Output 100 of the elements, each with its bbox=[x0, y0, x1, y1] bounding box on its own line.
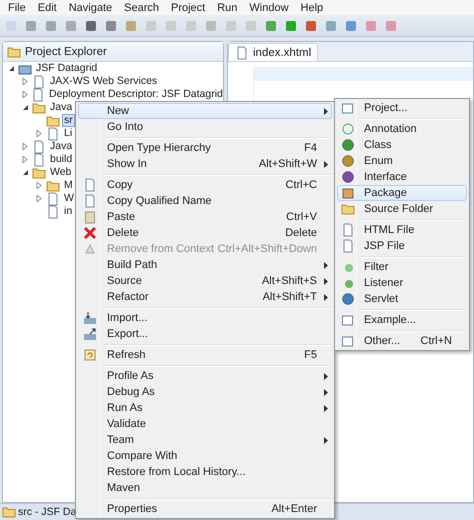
menu-item[interactable]: Refactor Alt+Shift+T bbox=[78, 289, 332, 305]
submenu-arrow-icon bbox=[324, 278, 328, 284]
menu-item[interactable]: Build Path bbox=[78, 257, 332, 273]
toolbar-icon[interactable] bbox=[364, 18, 378, 32]
menu-item[interactable]: Properties Alt+Enter bbox=[78, 501, 332, 517]
file-icon bbox=[32, 74, 46, 88]
submenu-arrow-icon bbox=[324, 388, 328, 396]
servlet-icon bbox=[341, 292, 355, 306]
menu-bar-item[interactable]: Navigate bbox=[62, 0, 118, 14]
menu-item[interactable]: Validate bbox=[78, 416, 332, 432]
toolbar-icon[interactable] bbox=[24, 18, 38, 32]
collapsed-arrow-icon[interactable] bbox=[22, 91, 29, 98]
refresh-icon bbox=[83, 348, 97, 362]
toolbar-icon[interactable] bbox=[304, 18, 318, 32]
toolbar-icon[interactable] bbox=[324, 18, 338, 32]
menu-item[interactable]: Listener bbox=[337, 275, 467, 291]
toolbar-icon[interactable] bbox=[264, 18, 278, 32]
expanded-arrow-icon[interactable] bbox=[22, 169, 29, 176]
jsp-file-icon bbox=[341, 239, 355, 253]
menu-item[interactable]: Example... bbox=[337, 312, 467, 328]
expanded-arrow-icon[interactable] bbox=[22, 104, 29, 111]
menu-item[interactable]: Run As bbox=[78, 400, 332, 416]
folder-icon bbox=[46, 178, 60, 192]
collapsed-arrow-icon[interactable] bbox=[36, 195, 43, 202]
clipboard-icon bbox=[83, 210, 97, 224]
menu-item[interactable]: Annotation bbox=[337, 121, 467, 137]
menu-bar-item[interactable]: Help bbox=[294, 0, 330, 14]
class-icon bbox=[341, 138, 355, 152]
tree-item[interactable]: JSF Datagrid bbox=[34, 62, 100, 75]
toolbar-icon[interactable] bbox=[384, 18, 398, 32]
interface-icon bbox=[341, 170, 355, 184]
menu-item[interactable]: Enum bbox=[337, 153, 467, 169]
menu-item[interactable]: Go Into bbox=[78, 119, 332, 135]
menu-item[interactable]: Import... bbox=[78, 310, 332, 326]
tree-item[interactable]: sr bbox=[62, 114, 75, 127]
submenu-arrow-icon bbox=[324, 404, 328, 412]
submenu-arrow-icon bbox=[324, 108, 328, 114]
collapsed-arrow-icon[interactable] bbox=[22, 143, 29, 150]
collapsed-arrow-icon[interactable] bbox=[22, 78, 29, 85]
toolbar-icon[interactable] bbox=[104, 18, 118, 32]
menu-item[interactable]: Source Alt+Shift+S bbox=[78, 273, 332, 289]
menu-bar-item[interactable]: Project bbox=[164, 0, 212, 14]
tree-item[interactable]: W bbox=[62, 192, 76, 205]
submenu-arrow-icon bbox=[324, 436, 328, 444]
collapsed-arrow-icon[interactable] bbox=[36, 182, 43, 189]
editor-tab[interactable]: index.xhtml bbox=[228, 43, 318, 61]
tree-item[interactable]: Deployment Descriptor: JSF Datagrid bbox=[47, 88, 225, 101]
menu-item[interactable]: Source Folder bbox=[337, 201, 467, 217]
toolbar-icon[interactable] bbox=[44, 18, 58, 32]
tree-item[interactable]: build bbox=[48, 153, 74, 166]
menu-item[interactable]: Refresh F5 bbox=[78, 347, 332, 363]
menu-item[interactable]: Show In Alt+Shift+W bbox=[78, 156, 332, 172]
file-icon bbox=[46, 192, 60, 206]
menu-item[interactable]: Project... bbox=[337, 100, 467, 116]
tree-item[interactable]: Web bbox=[48, 166, 74, 179]
menu-item[interactable]: Copy Qualified Name bbox=[78, 193, 332, 209]
menu-item[interactable]: Servlet bbox=[337, 291, 467, 307]
menu-item[interactable]: JSP File bbox=[337, 238, 467, 254]
tree-item[interactable]: Li bbox=[62, 127, 74, 140]
toolbar-icon[interactable] bbox=[64, 18, 78, 32]
menu-bar-item[interactable]: Edit bbox=[32, 0, 63, 14]
menu-item[interactable]: Open Type Hierarchy F4 bbox=[78, 140, 332, 156]
folder-icon bbox=[32, 166, 46, 180]
menu-item[interactable]: Package bbox=[337, 185, 467, 201]
menu-item[interactable]: Profile As bbox=[78, 368, 332, 384]
toolbar-icon[interactable] bbox=[124, 18, 138, 32]
menu-item[interactable]: Restore from Local History... bbox=[78, 464, 332, 480]
tree-item[interactable]: JAX-WS Web Services bbox=[48, 75, 160, 88]
toolbar-icon[interactable] bbox=[84, 18, 98, 32]
menu-item[interactable]: Filter bbox=[337, 259, 467, 275]
menu-item[interactable]: Other... Ctrl+N bbox=[337, 333, 467, 349]
tree-item[interactable]: M bbox=[62, 179, 75, 192]
expanded-arrow-icon[interactable] bbox=[8, 65, 15, 72]
toolbar-icon[interactable] bbox=[284, 18, 298, 32]
import-icon bbox=[83, 311, 97, 325]
submenu-arrow-icon bbox=[324, 262, 328, 268]
menu-item[interactable]: Class bbox=[337, 137, 467, 153]
toolbar-icon[interactable] bbox=[344, 18, 358, 32]
menu-item[interactable]: Delete Delete bbox=[78, 225, 332, 241]
menu-bar-item[interactable]: File bbox=[2, 0, 32, 14]
menu-bar-item[interactable]: Search bbox=[118, 0, 165, 14]
menu-item[interactable]: Copy Ctrl+C bbox=[78, 177, 332, 193]
menu-bar-item[interactable]: Window bbox=[243, 0, 295, 14]
menu-item[interactable]: Compare With bbox=[78, 448, 332, 464]
collapsed-arrow-icon[interactable] bbox=[22, 156, 29, 163]
menu-item[interactable]: HTML File bbox=[337, 222, 467, 238]
tree-item[interactable]: in bbox=[62, 205, 74, 218]
tree-item[interactable]: Java bbox=[48, 101, 74, 114]
tree-item[interactable]: Java bbox=[48, 140, 74, 153]
menu-item[interactable]: Team bbox=[78, 432, 332, 448]
annotation-icon bbox=[341, 122, 355, 136]
menu-item[interactable]: Paste Ctrl+V bbox=[78, 209, 332, 225]
menu-item[interactable]: New bbox=[78, 103, 332, 119]
menu-item[interactable]: Maven bbox=[78, 480, 332, 496]
menu-bar-item[interactable]: Run bbox=[211, 0, 244, 14]
menu-item[interactable]: Interface bbox=[337, 169, 467, 185]
menu-item[interactable]: Debug As bbox=[78, 384, 332, 400]
folder-icon bbox=[32, 100, 46, 114]
collapsed-arrow-icon[interactable] bbox=[36, 130, 43, 137]
menu-item[interactable]: Export... bbox=[78, 326, 332, 342]
